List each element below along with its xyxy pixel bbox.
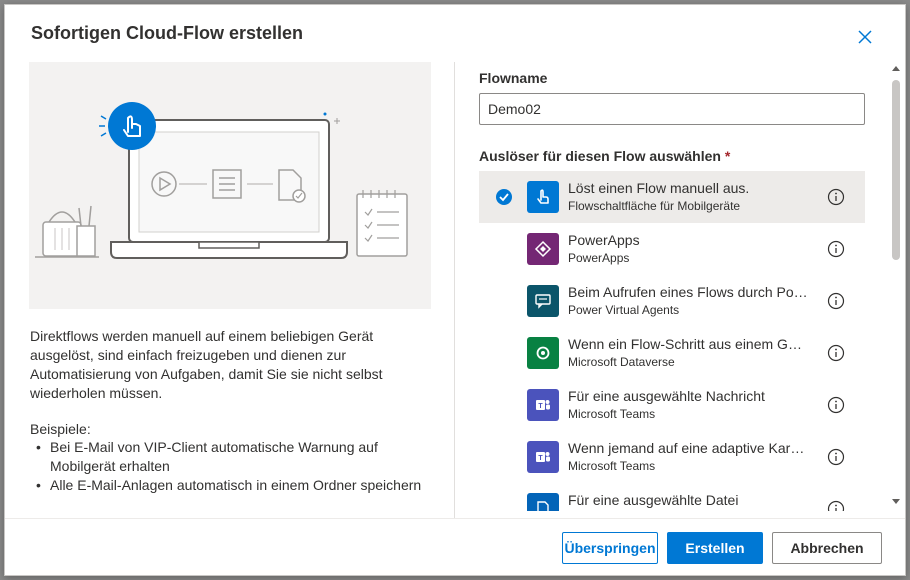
trigger-item[interactable]: PowerApps PowerApps (479, 223, 865, 275)
checkmark-icon (495, 188, 513, 206)
example-item: Bei E-Mail von VIP-Client automatische W… (30, 438, 430, 476)
svg-text:T: T (538, 455, 543, 462)
info-icon[interactable] (827, 500, 845, 511)
trigger-item[interactable]: T Für eine ausgewählte Nachricht Microsoft… (479, 379, 865, 431)
flowname-input[interactable] (479, 93, 865, 125)
powerapps-icon (527, 233, 559, 265)
trigger-list: Löst einen Flow manuell aus. Flowschaltfl… (479, 171, 865, 511)
trigger-connector: PowerApps (568, 251, 630, 265)
info-icon[interactable] (827, 344, 845, 362)
trigger-name: Löst einen Flow manuell aus. (568, 180, 750, 196)
trigger-item[interactable]: Für eine ausgewählte Datei (479, 483, 865, 511)
example-item: Alle E-Mail-Anlagen automatisch in einem… (30, 476, 430, 495)
file-icon (527, 493, 559, 511)
flowname-label: Flowname (479, 70, 548, 86)
trigger-name: PowerApps (568, 232, 640, 248)
panel-divider (454, 62, 455, 518)
trigger-label: Auslöser für diesen Flow auswählen * (479, 148, 730, 164)
trigger-item[interactable]: Löst einen Flow manuell aus. Flowschaltfl… (479, 171, 865, 223)
info-icon[interactable] (827, 292, 845, 310)
cancel-button[interactable]: Abbrechen (772, 532, 882, 564)
create-button[interactable]: Erstellen (667, 532, 763, 564)
scroll-down-arrow-icon[interactable] (892, 499, 900, 504)
trigger-name: Wenn jemand auf eine adaptive Karte reag… (568, 440, 808, 456)
trigger-name: Beim Aufrufen eines Flows durch Power Vi… (568, 284, 808, 300)
info-icon[interactable] (827, 240, 845, 258)
trigger-item[interactable]: Beim Aufrufen eines Flows durch Power Vi… (479, 275, 865, 327)
trigger-item[interactable]: Wenn ein Flow-Schritt aus einem Geschäft… (479, 327, 865, 379)
teams-icon: T (527, 389, 559, 421)
trigger-connector: Flowschaltfläche für Mobilgeräte (568, 199, 741, 213)
trigger-connector: Microsoft Teams (568, 459, 656, 473)
flow-description: Direktflows werden manuell auf einem bel… (30, 328, 383, 401)
trigger-item[interactable]: T Wenn jemand auf eine adaptive Karte rea… (479, 431, 865, 483)
svg-text:T: T (538, 403, 543, 410)
trigger-connector: Microsoft Dataverse (568, 355, 675, 369)
dialog-title: Sofortigen Cloud-Flow erstellen (31, 23, 304, 43)
illustration (29, 62, 431, 309)
chat-bot-icon (527, 285, 559, 317)
skip-button[interactable]: Überspringen (562, 532, 658, 564)
trigger-name: Wenn ein Flow-Schritt aus einem Geschäft… (568, 336, 808, 352)
hand-tap-icon (527, 181, 559, 213)
scroll-thumb[interactable] (892, 80, 900, 260)
close-icon[interactable] (855, 27, 875, 47)
dataverse-icon (527, 337, 559, 369)
teams-icon: T (527, 441, 559, 473)
examples-list: Bei E-Mail von VIP-Client automatische W… (30, 438, 430, 495)
create-flow-dialog: Sofortigen Cloud-Flow erstellen Direktfl… (4, 4, 906, 576)
trigger-connector: Power Virtual Agents (568, 303, 680, 317)
trigger-label-text: Auslöser für diesen Flow auswählen (479, 148, 721, 164)
info-icon[interactable] (827, 188, 845, 206)
examples-title: Beispiele: (30, 421, 91, 437)
trigger-connector: Microsoft Teams (568, 407, 656, 421)
required-mark: * (724, 148, 731, 164)
info-icon[interactable] (827, 448, 845, 466)
footer-divider (5, 518, 905, 519)
scrollbar[interactable] (889, 62, 903, 518)
trigger-name: Für eine ausgewählte Nachricht (568, 388, 765, 404)
trigger-name: Für eine ausgewählte Datei (568, 492, 739, 508)
laptop-illustration (35, 102, 408, 259)
info-icon[interactable] (827, 396, 845, 414)
scroll-up-arrow-icon[interactable] (892, 66, 900, 71)
